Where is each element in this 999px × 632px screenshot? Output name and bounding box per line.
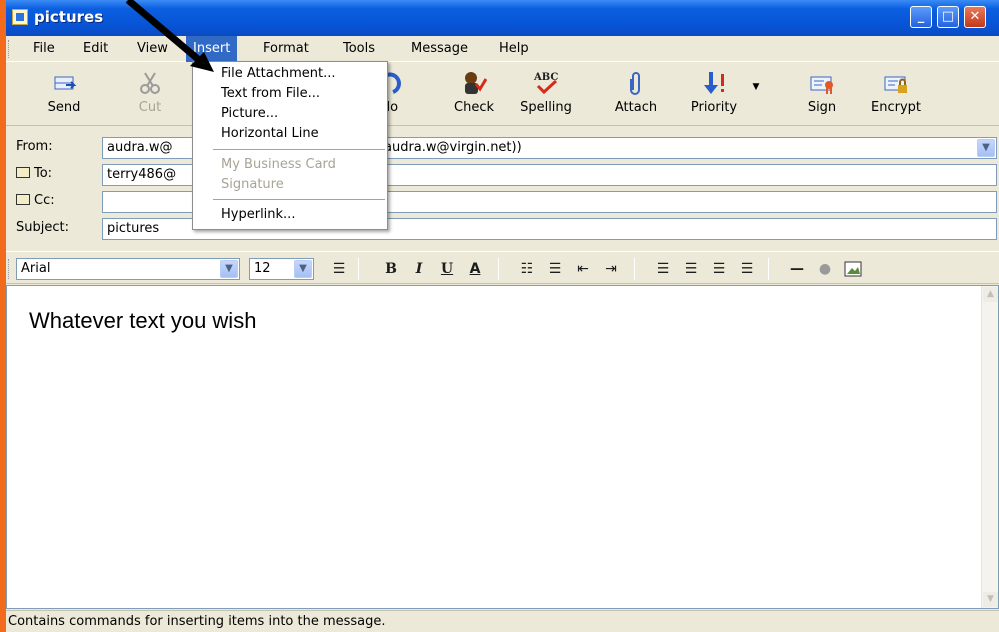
annotation-arrow: [125, 0, 214, 72]
